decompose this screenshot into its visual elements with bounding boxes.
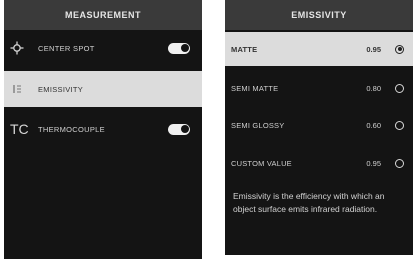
option-label: SEMI GLOSSY xyxy=(231,120,285,130)
thermocouple-icon: TC xyxy=(10,121,38,137)
menu-item-label: EMISSIVITY xyxy=(38,84,84,94)
option-label: CUSTOM VALUE xyxy=(231,158,292,168)
emissivity-screen: EMISSIVITY MATTE 0.95 SEMI MATTE 0.80 SE… xyxy=(225,0,413,255)
radio-selected-icon[interactable] xyxy=(395,44,404,54)
menu-item-emissivity[interactable]: EMISSIVITY xyxy=(4,71,202,107)
option-value: 0.80 xyxy=(366,83,381,93)
radio-icon[interactable] xyxy=(395,158,404,168)
menu-item-thermocouple[interactable]: TC THERMOCOUPLE xyxy=(4,111,202,147)
thermocouple-toggle[interactable] xyxy=(168,123,190,135)
toggle-knob xyxy=(180,125,189,133)
option-value: 0.60 xyxy=(366,120,381,130)
menu-item-label: THERMOCOUPLE xyxy=(38,124,105,134)
toggle-knob xyxy=(180,44,189,52)
emissivity-title: EMISSIVITY xyxy=(225,0,413,30)
center-spot-toggle[interactable] xyxy=(168,42,190,54)
radio-icon[interactable] xyxy=(395,83,404,93)
measurement-screen: MEASUREMENT CENTER SPOT EMISSIVITY TC TH… xyxy=(4,0,202,259)
option-value: 0.95 xyxy=(366,44,381,54)
emissivity-option-semi-matte[interactable]: SEMI MATTE 0.80 xyxy=(225,71,413,105)
emissivity-icon xyxy=(10,82,38,96)
option-label: MATTE xyxy=(231,44,258,54)
option-label: SEMI MATTE xyxy=(231,83,279,93)
emissivity-option-matte[interactable]: MATTE 0.95 xyxy=(225,32,413,66)
emissivity-option-custom-value[interactable]: CUSTOM VALUE 0.95 xyxy=(225,146,413,180)
emissivity-description: Emissivity is the efficiency with which … xyxy=(233,191,385,214)
option-value: 0.95 xyxy=(366,158,381,168)
crosshair-icon xyxy=(10,41,38,55)
menu-item-center-spot[interactable]: CENTER SPOT xyxy=(4,30,202,66)
tc-icon-text: TC xyxy=(10,121,29,137)
radio-icon[interactable] xyxy=(395,120,404,130)
menu-item-label: CENTER SPOT xyxy=(38,43,95,53)
measurement-title: MEASUREMENT xyxy=(4,0,202,30)
emissivity-option-semi-glossy[interactable]: SEMI GLOSSY 0.60 xyxy=(225,108,413,142)
